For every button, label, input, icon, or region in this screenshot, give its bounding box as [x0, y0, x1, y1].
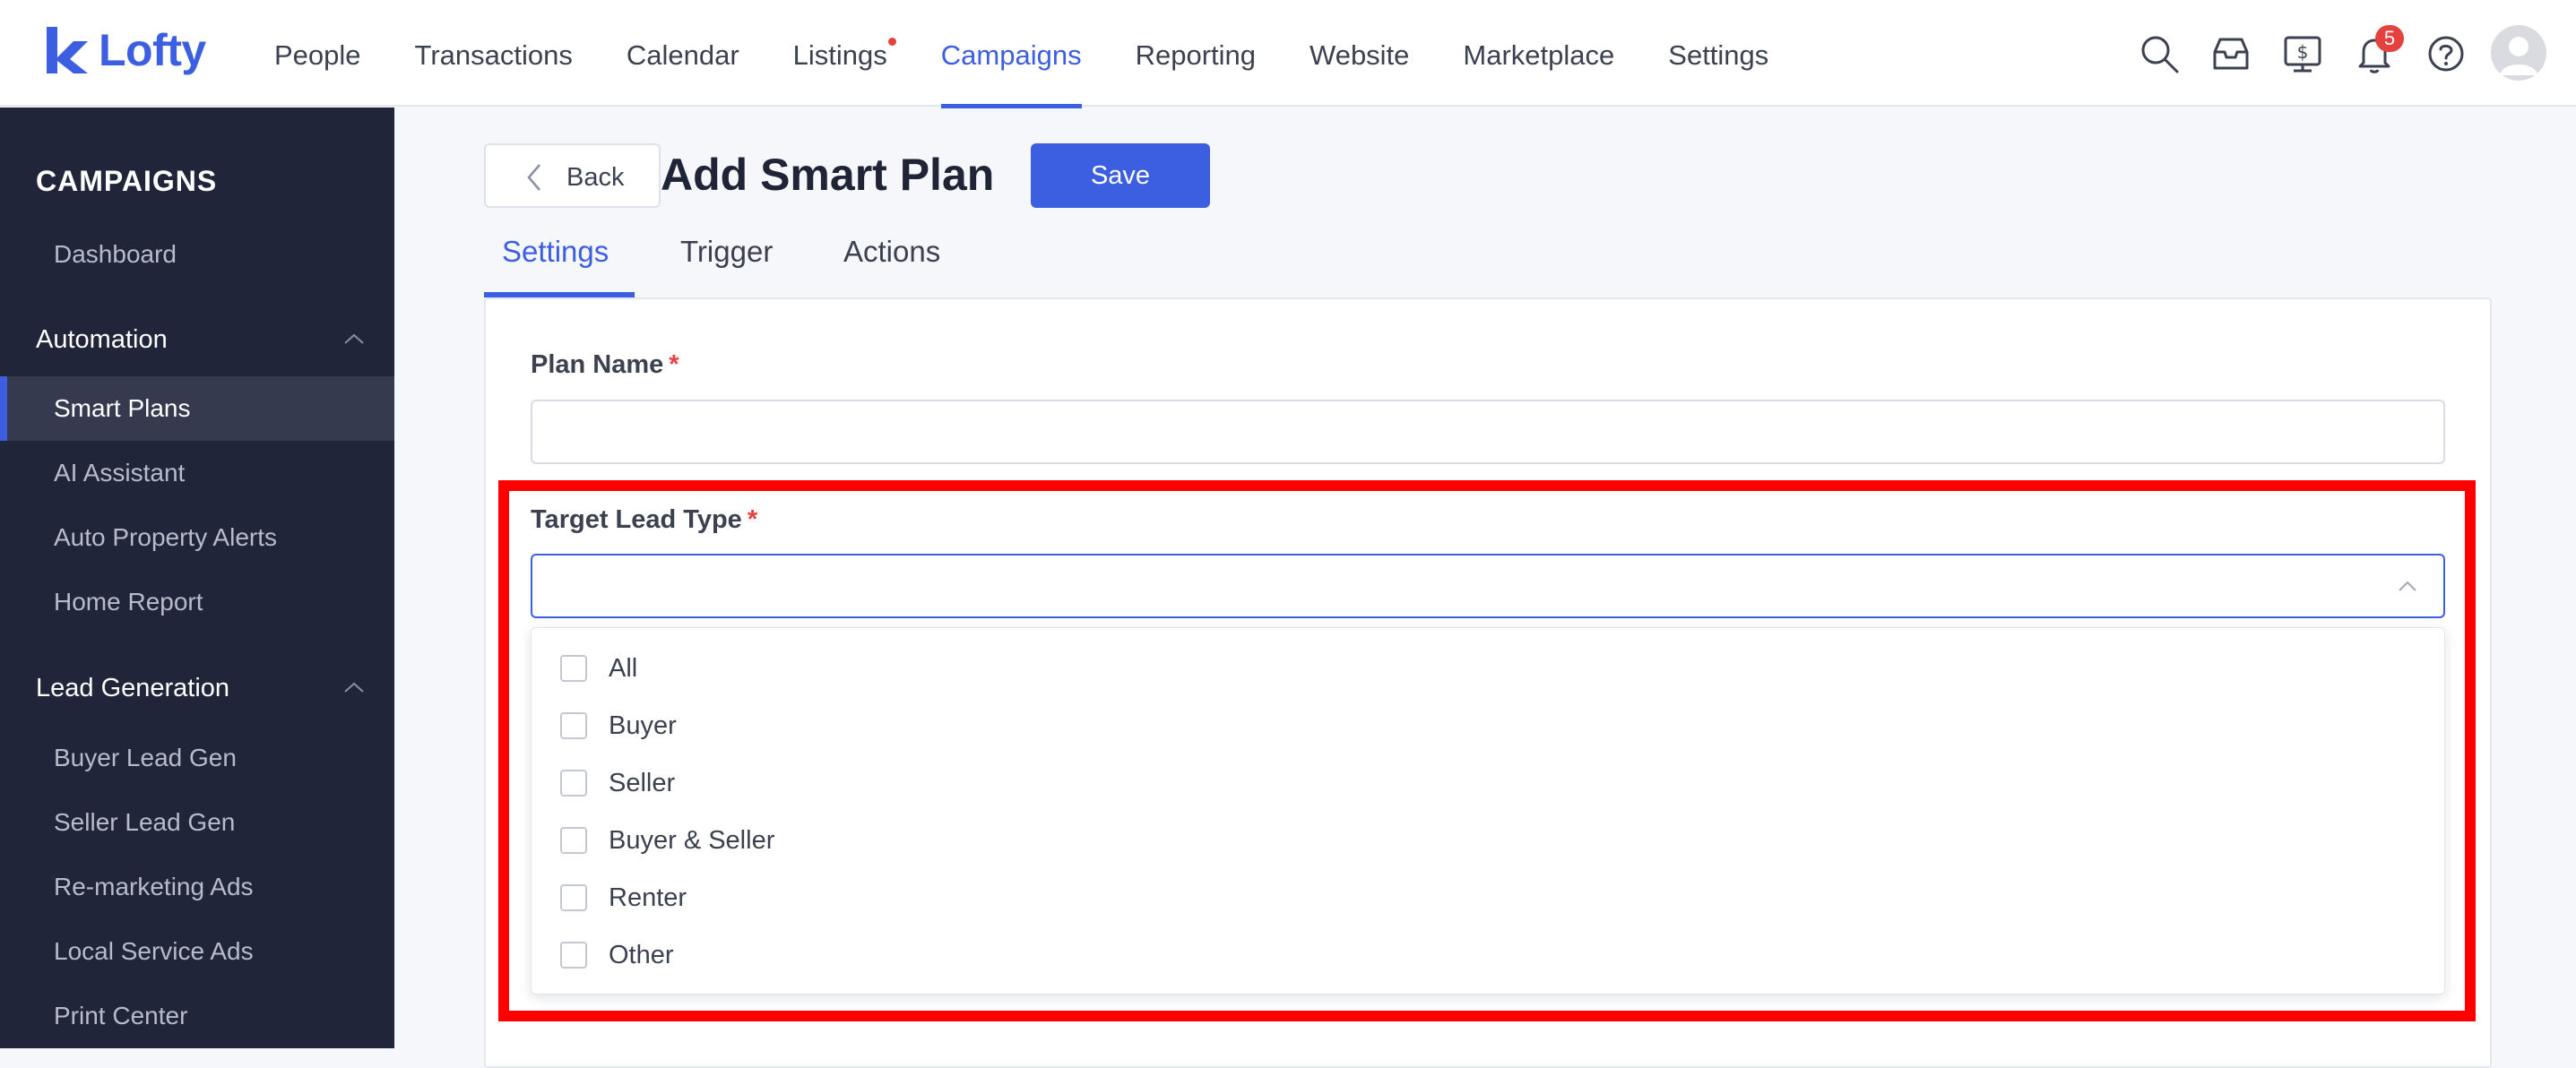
nav-people[interactable]: People — [274, 0, 361, 107]
notification-badge: 5 — [2375, 25, 2404, 52]
chevron-left-icon — [527, 164, 540, 191]
option-renter[interactable]: Renter — [532, 869, 2446, 926]
user-avatar[interactable] — [2491, 25, 2546, 81]
main-nav: People Transactions Calendar Listings Ca… — [274, 0, 1822, 108]
target-lead-type-label: Target Lead Type * — [531, 505, 757, 535]
sidebar-group-label: Lead Generation — [36, 674, 230, 702]
top-navigation-bar: Lofty People Transactions Calendar Listi… — [0, 0, 2576, 108]
sidebar-item-ai-assistant[interactable]: AI Assistant — [0, 441, 394, 505]
sidebar-item-seller-lead-gen[interactable]: Seller Lead Gen — [0, 790, 394, 855]
search-icon[interactable] — [2138, 32, 2181, 75]
checkbox[interactable] — [560, 827, 587, 854]
nav-reporting[interactable]: Reporting — [1136, 0, 1256, 107]
sidebar: CAMPAIGNS Dashboard Automation Smart Pla… — [0, 108, 394, 1048]
plan-name-input[interactable] — [531, 400, 2445, 464]
option-buyer[interactable]: Buyer — [532, 697, 2446, 754]
nav-website[interactable]: Website — [1310, 0, 1409, 107]
option-other[interactable]: Other — [532, 926, 2446, 984]
option-all[interactable]: All — [532, 640, 2446, 697]
option-label: Seller — [609, 769, 676, 797]
plan-name-label-text: Plan Name — [531, 350, 664, 379]
svg-text:$: $ — [2297, 41, 2309, 63]
inbox-icon[interactable] — [2209, 32, 2252, 75]
required-mark: * — [747, 505, 758, 534]
target-lead-type-dropdown: All Buyer Seller Buyer & Seller Renter O… — [531, 627, 2445, 995]
nav-marketplace[interactable]: Marketplace — [1463, 0, 1614, 107]
logo-text: Lofty — [99, 25, 206, 75]
sidebar-item-smart-plans[interactable]: Smart Plans — [0, 376, 394, 441]
target-lead-type-select[interactable] — [531, 554, 2445, 618]
chevron-up-icon — [344, 333, 364, 344]
tab-actions[interactable]: Actions — [843, 235, 940, 297]
target-lead-type-label-text: Target Lead Type — [531, 505, 742, 534]
tab-settings[interactable]: Settings — [502, 235, 609, 297]
back-button[interactable]: Back — [484, 143, 661, 208]
required-mark: * — [669, 350, 679, 379]
checkbox[interactable] — [560, 655, 587, 682]
sidebar-item-buyer-lead-gen[interactable]: Buyer Lead Gen — [0, 726, 394, 790]
nav-listings-label: Listings — [792, 39, 887, 71]
sidebar-item-local-service-ads[interactable]: Local Service Ads — [0, 919, 394, 984]
billing-icon[interactable]: $ — [2281, 32, 2324, 75]
new-indicator-dot — [887, 38, 896, 46]
nav-listings[interactable]: Listings — [792, 0, 896, 107]
sidebar-item-remarketing-ads[interactable]: Re-marketing Ads — [0, 855, 394, 919]
lofty-logo-icon — [47, 27, 88, 73]
checkbox[interactable] — [560, 712, 587, 739]
tab-trigger[interactable]: Trigger — [680, 235, 773, 297]
sidebar-group-lead-generation[interactable]: Lead Generation — [36, 666, 367, 711]
nav-calendar[interactable]: Calendar — [627, 0, 739, 107]
option-buyer-and-seller[interactable]: Buyer & Seller — [532, 812, 2446, 869]
save-button[interactable]: Save — [1031, 143, 1210, 208]
sidebar-item-dashboard[interactable]: Dashboard — [0, 222, 394, 287]
nav-campaigns[interactable]: Campaigns — [940, 0, 1082, 108]
chevron-up-icon — [344, 682, 364, 693]
sidebar-item-auto-property-alerts[interactable]: Auto Property Alerts — [0, 505, 394, 570]
option-label: Renter — [609, 883, 687, 912]
sidebar-group-label: Automation — [36, 325, 168, 354]
lofty-logo[interactable]: Lofty — [43, 23, 206, 77]
sidebar-group-automation[interactable]: Automation — [36, 317, 367, 362]
help-icon[interactable] — [2425, 32, 2468, 75]
chevron-up-icon — [2399, 581, 2416, 591]
back-button-label: Back — [566, 163, 625, 192]
option-label: Buyer — [609, 711, 677, 740]
page-title: Add Smart Plan — [661, 150, 995, 200]
sidebar-item-home-report[interactable]: Home Report — [0, 570, 394, 634]
checkbox[interactable] — [560, 770, 587, 797]
plan-name-label: Plan Name * — [531, 350, 679, 380]
option-label: All — [609, 654, 638, 683]
checkbox[interactable] — [560, 942, 587, 969]
checkbox[interactable] — [560, 884, 587, 911]
option-label: Buyer & Seller — [609, 826, 775, 855]
nav-transactions[interactable]: Transactions — [415, 0, 573, 107]
option-label: Other — [609, 941, 674, 969]
sidebar-item-print-center[interactable]: Print Center — [0, 984, 394, 1048]
nav-settings[interactable]: Settings — [1668, 0, 1768, 107]
sidebar-title: CAMPAIGNS — [36, 165, 218, 197]
option-seller[interactable]: Seller — [532, 754, 2446, 812]
